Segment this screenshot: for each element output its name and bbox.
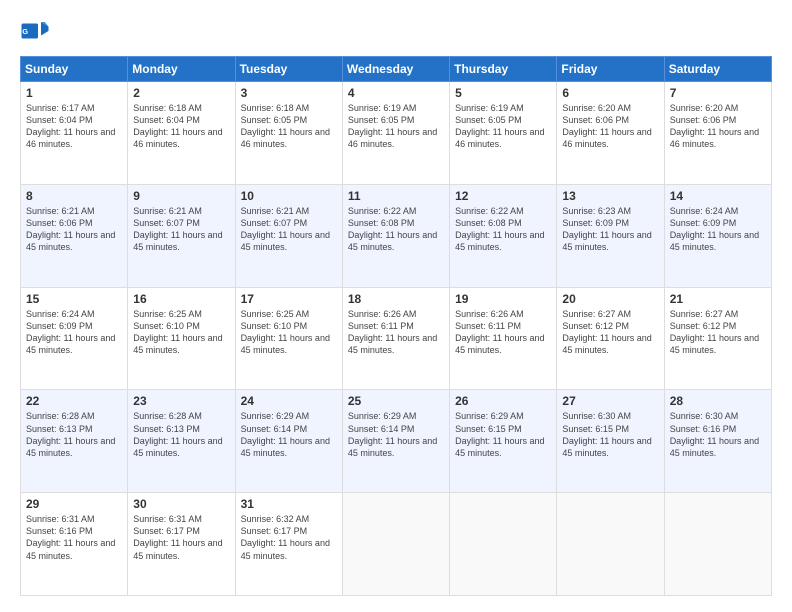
calendar-table: Sunday Monday Tuesday Wednesday Thursday… [20,56,772,596]
week-row-3: 15Sunrise: 6:24 AMSunset: 6:09 PMDayligh… [21,287,772,390]
day-cell [664,493,771,596]
day-cell: 15Sunrise: 6:24 AMSunset: 6:09 PMDayligh… [21,287,128,390]
day-cell: 11Sunrise: 6:22 AMSunset: 6:08 PMDayligh… [342,184,449,287]
col-wednesday: Wednesday [342,57,449,82]
day-cell: 12Sunrise: 6:22 AMSunset: 6:08 PMDayligh… [450,184,557,287]
col-sunday: Sunday [21,57,128,82]
day-cell: 23Sunrise: 6:28 AMSunset: 6:13 PMDayligh… [128,390,235,493]
day-cell: 4Sunrise: 6:19 AMSunset: 6:05 PMDaylight… [342,82,449,185]
col-thursday: Thursday [450,57,557,82]
col-monday: Monday [128,57,235,82]
day-cell: 22Sunrise: 6:28 AMSunset: 6:13 PMDayligh… [21,390,128,493]
day-cell: 8Sunrise: 6:21 AMSunset: 6:06 PMDaylight… [21,184,128,287]
day-cell: 25Sunrise: 6:29 AMSunset: 6:14 PMDayligh… [342,390,449,493]
col-saturday: Saturday [664,57,771,82]
svg-text:G: G [22,27,28,36]
day-cell: 24Sunrise: 6:29 AMSunset: 6:14 PMDayligh… [235,390,342,493]
day-cell: 9Sunrise: 6:21 AMSunset: 6:07 PMDaylight… [128,184,235,287]
day-cell: 30Sunrise: 6:31 AMSunset: 6:17 PMDayligh… [128,493,235,596]
day-cell [450,493,557,596]
day-cell: 1Sunrise: 6:17 AMSunset: 6:04 PMDaylight… [21,82,128,185]
logo-icon: G [20,16,50,46]
day-cell [342,493,449,596]
day-cell: 16Sunrise: 6:25 AMSunset: 6:10 PMDayligh… [128,287,235,390]
day-cell: 21Sunrise: 6:27 AMSunset: 6:12 PMDayligh… [664,287,771,390]
day-cell: 27Sunrise: 6:30 AMSunset: 6:15 PMDayligh… [557,390,664,493]
day-cell: 20Sunrise: 6:27 AMSunset: 6:12 PMDayligh… [557,287,664,390]
day-cell: 31Sunrise: 6:32 AMSunset: 6:17 PMDayligh… [235,493,342,596]
header-row: Sunday Monday Tuesday Wednesday Thursday… [21,57,772,82]
day-cell: 29Sunrise: 6:31 AMSunset: 6:16 PMDayligh… [21,493,128,596]
week-row-4: 22Sunrise: 6:28 AMSunset: 6:13 PMDayligh… [21,390,772,493]
day-cell: 17Sunrise: 6:25 AMSunset: 6:10 PMDayligh… [235,287,342,390]
day-cell: 19Sunrise: 6:26 AMSunset: 6:11 PMDayligh… [450,287,557,390]
page: G Sunday Monday Tuesday Wednesday Thursd… [0,0,792,612]
week-row-5: 29Sunrise: 6:31 AMSunset: 6:16 PMDayligh… [21,493,772,596]
day-cell: 28Sunrise: 6:30 AMSunset: 6:16 PMDayligh… [664,390,771,493]
day-cell: 13Sunrise: 6:23 AMSunset: 6:09 PMDayligh… [557,184,664,287]
day-cell: 6Sunrise: 6:20 AMSunset: 6:06 PMDaylight… [557,82,664,185]
day-cell: 14Sunrise: 6:24 AMSunset: 6:09 PMDayligh… [664,184,771,287]
day-cell: 26Sunrise: 6:29 AMSunset: 6:15 PMDayligh… [450,390,557,493]
day-cell: 18Sunrise: 6:26 AMSunset: 6:11 PMDayligh… [342,287,449,390]
col-tuesday: Tuesday [235,57,342,82]
logo: G [20,16,54,46]
week-row-2: 8Sunrise: 6:21 AMSunset: 6:06 PMDaylight… [21,184,772,287]
day-cell: 3Sunrise: 6:18 AMSunset: 6:05 PMDaylight… [235,82,342,185]
day-cell: 5Sunrise: 6:19 AMSunset: 6:05 PMDaylight… [450,82,557,185]
week-row-1: 1Sunrise: 6:17 AMSunset: 6:04 PMDaylight… [21,82,772,185]
header: G [20,16,772,46]
day-cell [557,493,664,596]
day-cell: 2Sunrise: 6:18 AMSunset: 6:04 PMDaylight… [128,82,235,185]
col-friday: Friday [557,57,664,82]
day-cell: 7Sunrise: 6:20 AMSunset: 6:06 PMDaylight… [664,82,771,185]
day-cell: 10Sunrise: 6:21 AMSunset: 6:07 PMDayligh… [235,184,342,287]
